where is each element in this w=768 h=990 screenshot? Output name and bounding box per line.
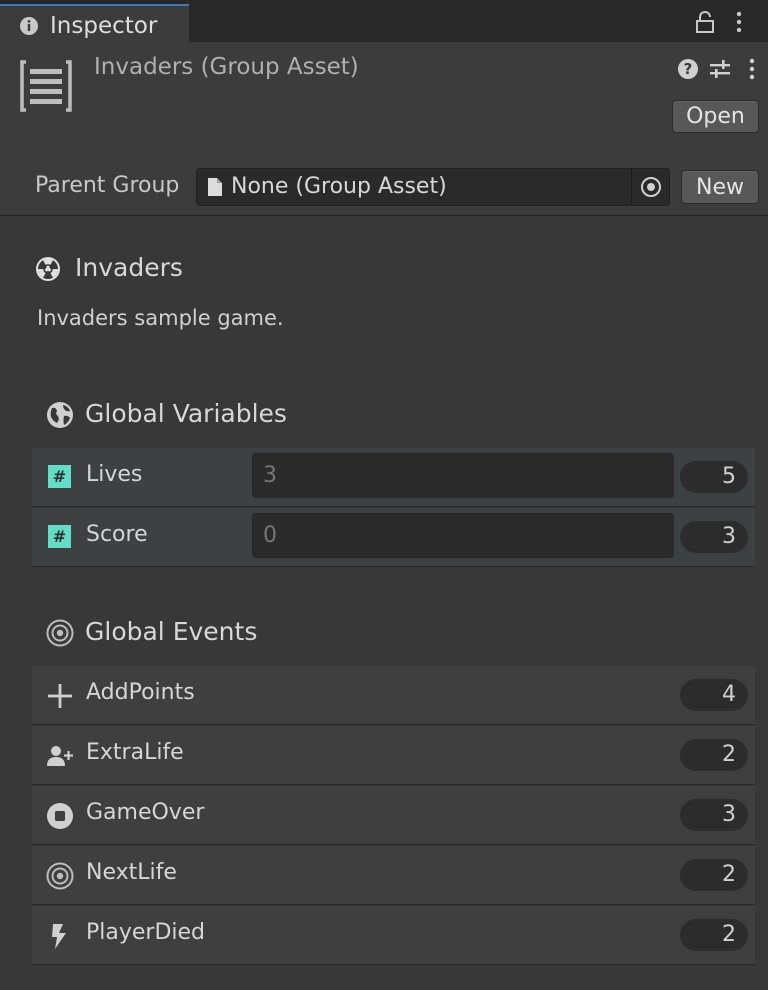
lock-icon[interactable] xyxy=(694,10,716,34)
object-picker-icon xyxy=(640,177,661,197)
group-description: Invaders sample game. xyxy=(37,306,284,330)
variable-value-field[interactable] xyxy=(252,453,674,498)
variable-row-lives[interactable]: # Lives 5 xyxy=(32,448,755,507)
event-name: PlayerDied xyxy=(86,920,206,945)
event-name: AddPoints xyxy=(86,680,195,705)
event-row-nextlife[interactable]: NextLife 2 xyxy=(32,846,755,905)
event-row-addpoints[interactable]: AddPoints 4 xyxy=(32,666,755,725)
component-menu-icon[interactable] xyxy=(740,57,764,81)
score-input[interactable] xyxy=(253,514,673,557)
tab-menu-icon[interactable] xyxy=(728,10,750,34)
target-icon xyxy=(46,862,74,890)
usage-count-badge: 3 xyxy=(680,521,748,553)
new-button[interactable]: New xyxy=(681,170,759,204)
usage-count-badge: 2 xyxy=(680,919,748,951)
global-events-title: Global Events xyxy=(85,617,258,646)
user-plus-icon xyxy=(47,746,73,766)
svg-text:?: ? xyxy=(684,60,693,78)
open-button[interactable]: Open xyxy=(672,100,759,133)
event-name: GameOver xyxy=(86,800,205,825)
lives-input[interactable] xyxy=(253,454,673,497)
number-variable-icon: # xyxy=(48,465,71,488)
bolt-icon xyxy=(52,924,66,949)
document-icon xyxy=(208,178,222,196)
group-name: Invaders xyxy=(75,253,183,282)
tab-title: Inspector xyxy=(50,13,158,39)
info-icon xyxy=(20,17,38,35)
variable-name: Score xyxy=(86,522,148,547)
usage-count-badge: 2 xyxy=(680,739,748,771)
group-asset-icon xyxy=(20,60,72,112)
parent-group-label: Parent Group xyxy=(35,173,180,198)
usage-count-badge: 3 xyxy=(680,799,748,831)
event-row-gameover[interactable]: GameOver 3 xyxy=(32,786,755,845)
event-name: NextLife xyxy=(86,860,177,885)
parent-group-field[interactable]: None (Group Asset) xyxy=(196,168,670,206)
variable-row-score[interactable]: # Score 3 xyxy=(32,508,755,567)
tab-inspector[interactable]: Inspector xyxy=(0,4,189,42)
help-icon[interactable]: ? xyxy=(676,57,700,81)
globe-icon xyxy=(47,402,73,428)
usage-count-badge: 5 xyxy=(680,461,748,493)
asset-title: Invaders (Group Asset) xyxy=(94,54,359,80)
variable-name: Lives xyxy=(86,462,143,487)
variable-value-field[interactable] xyxy=(252,513,674,558)
parent-group-value: None (Group Asset) xyxy=(231,174,447,199)
object-picker-button[interactable] xyxy=(631,169,669,205)
target-icon xyxy=(46,619,74,647)
global-variables-title: Global Variables xyxy=(85,399,287,428)
usage-count-badge: 4 xyxy=(680,679,748,711)
number-variable-icon: # xyxy=(48,525,71,548)
radiation-icon xyxy=(36,257,60,281)
plus-icon xyxy=(48,684,72,708)
usage-count-badge: 2 xyxy=(680,859,748,891)
event-row-playerdied[interactable]: PlayerDied 2 xyxy=(32,906,755,965)
event-name: ExtraLife xyxy=(86,740,184,765)
settings-sliders-icon[interactable] xyxy=(708,57,732,81)
stop-icon xyxy=(47,803,73,829)
event-row-extralife[interactable]: ExtraLife 2 xyxy=(32,726,755,785)
